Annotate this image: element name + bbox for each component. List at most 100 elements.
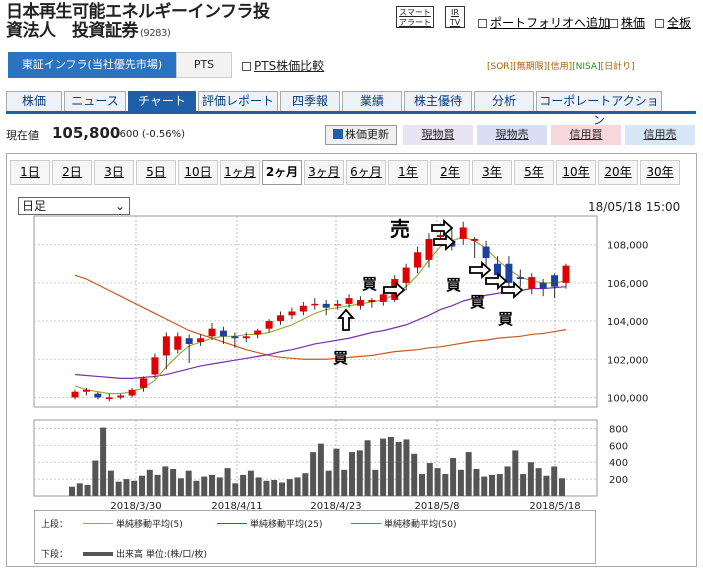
volume-bar (216, 477, 223, 496)
buy-label: 買 (446, 276, 461, 294)
volume-bar (232, 483, 239, 496)
volume-bar (154, 474, 161, 496)
volume-bar (317, 443, 324, 496)
volume-bar (419, 474, 425, 496)
candle-up (562, 265, 570, 283)
buy-arrow (501, 281, 524, 299)
price-chart: 100,000 102,000 104,000 106,000 108,000 200 40… (33, 215, 648, 512)
volume-bar (224, 468, 231, 496)
volume-bar (131, 480, 138, 496)
volume-bar (201, 476, 208, 496)
volume-tick-label: 800 (609, 424, 628, 435)
volume-bar (271, 479, 278, 496)
volume-bar (294, 477, 301, 496)
volume-bar (162, 466, 169, 496)
volume-bar (247, 470, 254, 496)
volume-tick-label: 600 (609, 441, 628, 452)
sell-label: 売 (390, 217, 410, 241)
candle-up (151, 357, 159, 375)
ma50-line (74, 274, 567, 360)
candle-up (471, 238, 479, 241)
volume-bar (255, 477, 262, 496)
volume-bar (457, 469, 464, 496)
candle-up (208, 328, 216, 337)
candle-up (277, 315, 285, 322)
price-tick-label: 104,000 (607, 317, 648, 328)
volume-bar (372, 469, 379, 496)
volume-bar (279, 482, 285, 496)
volume-bar (512, 450, 519, 496)
volume-bar (286, 479, 293, 496)
candle-up (425, 238, 433, 260)
volume-bar (403, 439, 410, 496)
volume-tick-label: 200 (609, 475, 628, 486)
volume-bar (115, 481, 122, 496)
candle-down (551, 275, 559, 287)
legend-upper-label: 上段： (41, 520, 69, 530)
candle-down (516, 277, 524, 280)
candle-down (185, 338, 193, 344)
buy-label: 買 (498, 310, 513, 328)
volume-bar (504, 466, 511, 496)
candle-up (254, 330, 262, 335)
candle-down (231, 336, 239, 339)
candle-up (117, 395, 125, 398)
volume-bar (395, 441, 402, 496)
price-tick-label: 106,000 (607, 279, 648, 290)
volume-bar (426, 463, 433, 496)
volume-bar (520, 474, 527, 496)
volume-bar (551, 466, 558, 496)
volume-bar (193, 480, 200, 496)
volume-tick-label: 400 (609, 458, 628, 469)
candle-up (414, 252, 422, 268)
candle-up (71, 391, 79, 398)
candle-up (128, 389, 136, 396)
ma5-line (74, 236, 567, 395)
candle-up (162, 336, 170, 356)
volume-bar (489, 474, 495, 496)
volume-bar (465, 452, 472, 496)
price-tick-label: 108,000 (607, 241, 648, 252)
volume-bar (92, 460, 99, 496)
sell-arrow (431, 219, 454, 237)
ma50-swatch (351, 523, 381, 524)
volume-bar (146, 469, 153, 496)
candle-down (94, 393, 102, 398)
candle-down (539, 282, 547, 289)
legend-volume: 出来高 単位:(株/口/枚) (116, 550, 207, 560)
volume-bar (341, 469, 348, 496)
candle-up (459, 227, 467, 239)
volume-bar (107, 470, 114, 496)
volume-bar (333, 448, 340, 496)
legend-lower-label: 下段： (41, 550, 69, 560)
candle-up (174, 336, 182, 350)
legend-ma5: 単純移動平均(5) (116, 520, 183, 530)
candle-up (368, 300, 376, 302)
volume-bar (481, 476, 488, 496)
volume-bar (356, 450, 363, 496)
volume-bar (442, 474, 449, 496)
buy-arrow (485, 272, 508, 290)
volume-bar (559, 478, 565, 496)
volume-bar (84, 485, 91, 496)
candle-up (265, 321, 273, 329)
price-tick-label: 102,000 (607, 355, 648, 366)
candle-down (482, 246, 490, 259)
volume-bar (364, 440, 371, 496)
buy-label: 買 (470, 293, 485, 311)
candle-up (436, 235, 444, 238)
volume-bar (240, 474, 247, 496)
candle-down (219, 330, 227, 337)
candle-up (528, 277, 536, 289)
buy-label: 買 (333, 349, 348, 367)
volume-bar (527, 462, 534, 496)
volume-bar (473, 468, 480, 496)
candle-up (334, 303, 342, 306)
volume-bar (76, 483, 83, 496)
candle-up (311, 303, 319, 306)
candle-up (402, 267, 410, 283)
candle-up (288, 311, 296, 316)
buy-arrow (469, 261, 492, 279)
volume-bar (496, 474, 503, 496)
volume-bar (123, 479, 130, 496)
